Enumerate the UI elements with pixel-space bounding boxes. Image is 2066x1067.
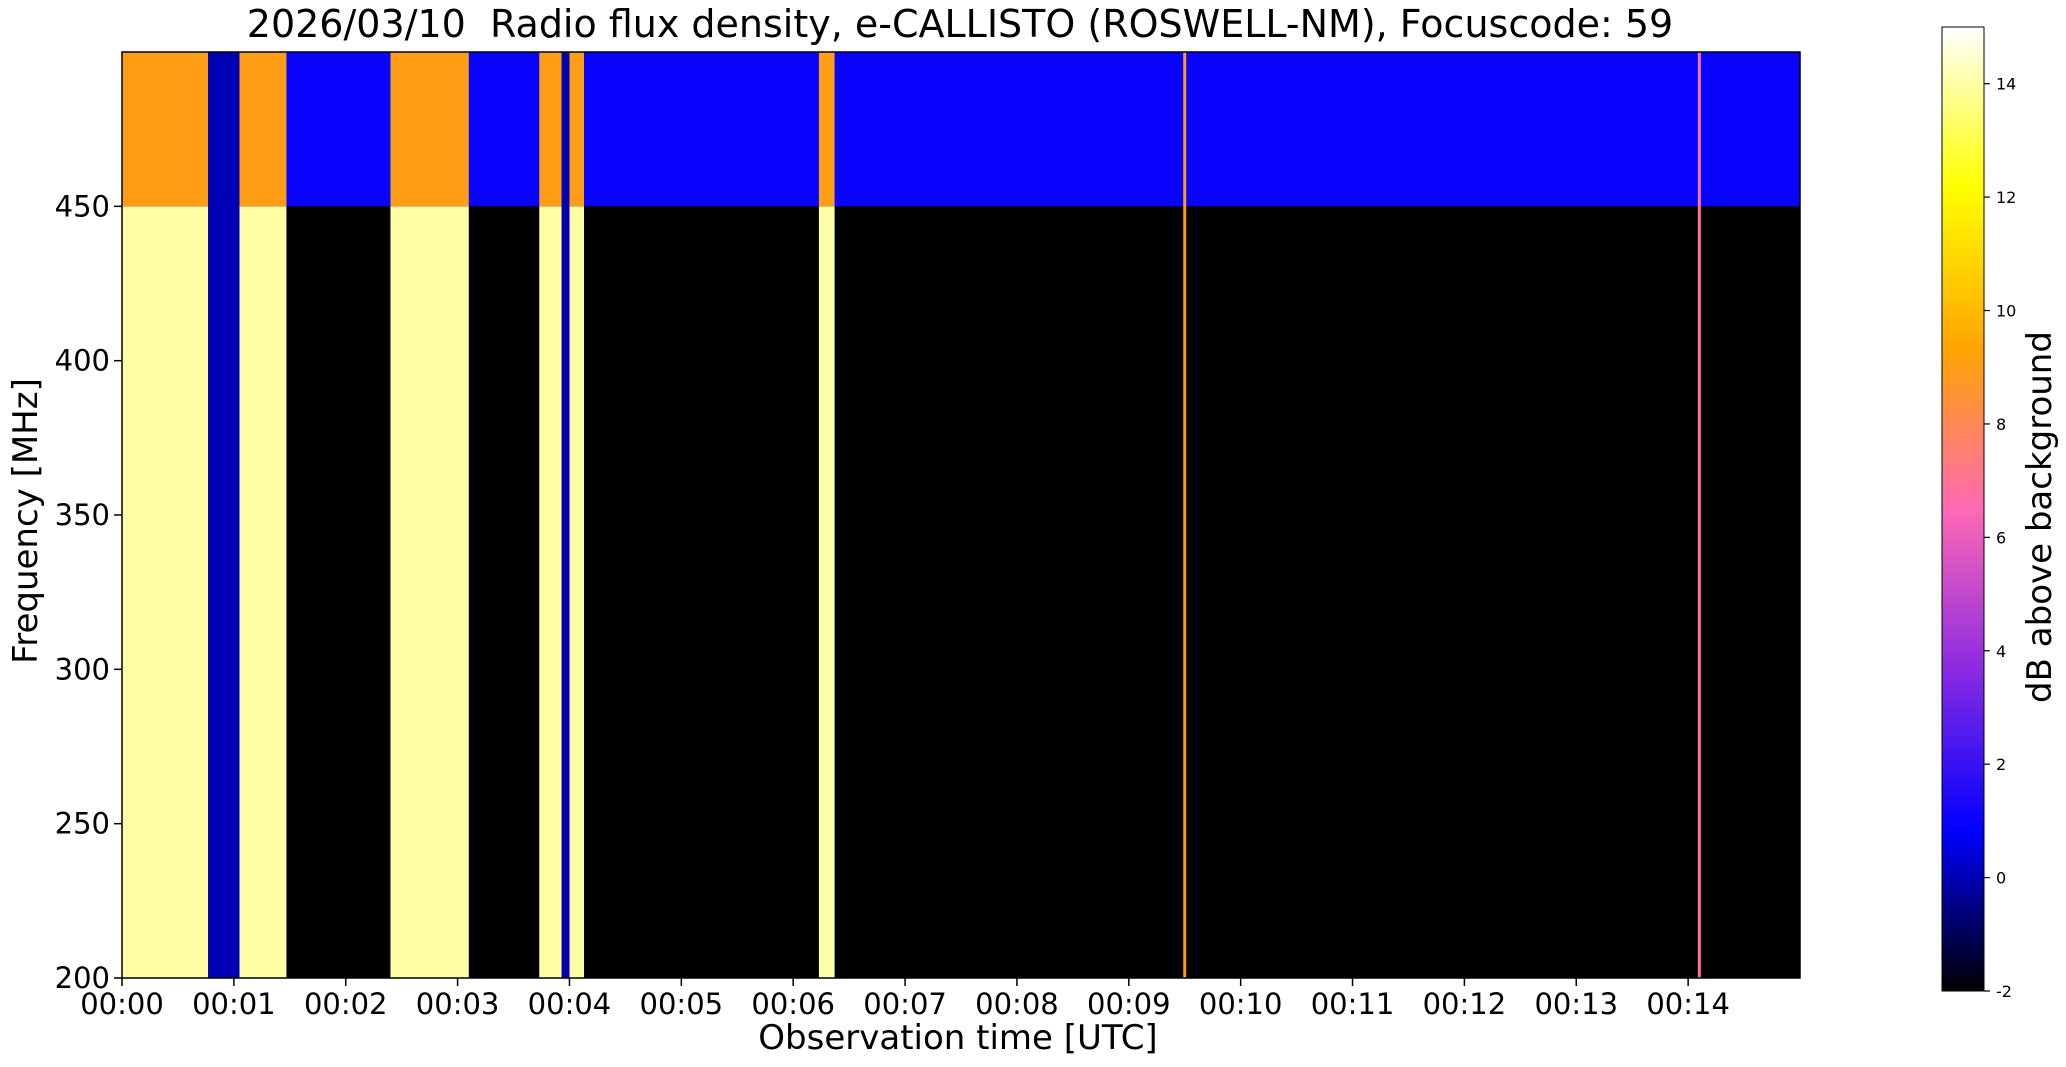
burst-band-upper-0 [122, 52, 209, 207]
colorbar-tick-label: 2 [1996, 755, 2006, 774]
colorbar-tick-label: 4 [1996, 642, 2006, 661]
burst-band-2 [390, 206, 469, 979]
burst-band-upper-1 [239, 52, 287, 207]
burst-band-1 [239, 206, 287, 979]
colorbar-tick-label: 14 [1996, 75, 2016, 94]
y-axis-ticks: 200 250 300 350 400 450 [55, 189, 122, 995]
plot-area [121, 51, 1801, 979]
colorbar: -2 0 2 4 6 8 10 12 14 [1941, 26, 2016, 1001]
y-tick-label: 200 [55, 961, 110, 995]
burst-band-3 [539, 206, 562, 979]
x-tick-label: 00:09 [1087, 987, 1171, 1021]
x-tick-label: 00:12 [1423, 987, 1507, 1021]
burst-band-upper-2 [390, 52, 469, 207]
x-tick-label: 00:04 [528, 987, 612, 1021]
x-tick-label: 00:06 [751, 987, 835, 1021]
burst-band-5 [818, 206, 835, 979]
burst-band-upper-3 [539, 52, 562, 207]
interference-band [122, 52, 1800, 207]
y-tick-label: 450 [55, 189, 110, 223]
x-tick-label: 00:02 [304, 987, 388, 1021]
x-tick-label: 00:01 [192, 987, 276, 1021]
dark-gap-1 [561, 52, 570, 978]
colorbar-tick-label: 8 [1996, 415, 2006, 434]
x-tick-label: 00:03 [416, 987, 500, 1021]
y-tick-label: 350 [55, 498, 110, 532]
colorbar-gradient [1941, 26, 1985, 992]
colorbar-tick-label: 12 [1996, 188, 2016, 207]
y-tick-label: 250 [55, 807, 110, 841]
x-axis-ticks: 00:00 00:01 00:02 00:03 00:04 00:05 00:06 00:07… [80, 978, 1730, 1021]
x-tick-label: 00:13 [1534, 987, 1618, 1021]
y-tick-label: 300 [55, 652, 110, 686]
colorbar-tick-label: -2 [1996, 982, 2012, 1001]
x-tick-label: 00:10 [1199, 987, 1283, 1021]
burst-band-4 [569, 206, 585, 979]
x-tick-label: 00:11 [1311, 987, 1395, 1021]
burst-band-upper-5 [818, 52, 835, 207]
burst-band-upper-4 [569, 52, 585, 207]
x-tick-label: 00:08 [975, 987, 1059, 1021]
x-tick-label: 00:14 [1646, 987, 1730, 1021]
x-tick-label: 00:07 [863, 987, 947, 1021]
y-tick-label: 400 [55, 344, 110, 378]
spectrogram-chart: 00:00 00:01 00:02 00:03 00:04 00:05 00:06 00:07… [55, 26, 2016, 1021]
colorbar-tick-label: 10 [1996, 302, 2016, 321]
x-tick-label: 00:05 [640, 987, 724, 1021]
burst-band-0 [122, 206, 209, 979]
dark-gap-0 [208, 52, 240, 978]
colorbar-tick-label: 0 [1996, 869, 2006, 888]
colorbar-tick-label: 6 [1996, 528, 2006, 547]
